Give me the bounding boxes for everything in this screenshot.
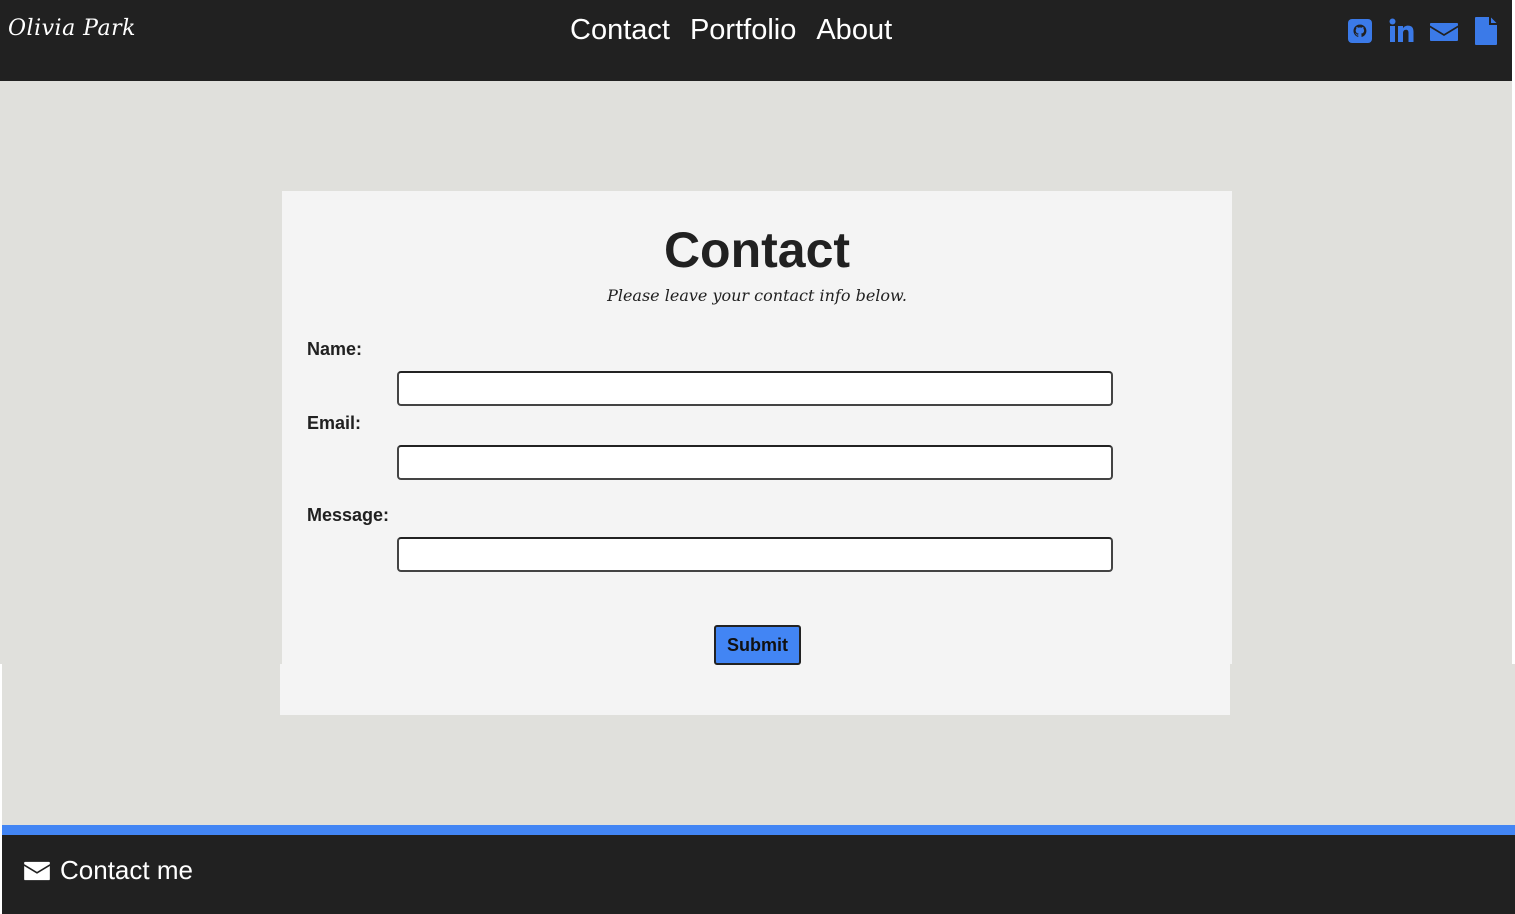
page-title: Contact <box>663 222 851 278</box>
github-icon[interactable] <box>1346 16 1374 46</box>
navbar: Olivia Park Contact Portfolio About <box>0 0 1512 81</box>
page-subtitle: Please leave your contact info below. <box>607 286 907 305</box>
footer-contact-label: Contact me <box>60 855 193 885</box>
footer-accent-bar <box>2 825 1515 835</box>
footer: Contact me <box>2 835 1515 914</box>
name-input[interactable] <box>397 371 1113 406</box>
footer-contact-link[interactable]: Contact me <box>24 855 193 886</box>
envelope-icon <box>24 861 50 880</box>
nav-menu: Contact Portfolio About <box>570 14 892 47</box>
page: Olivia Park Contact Portfolio About Cont… <box>0 0 1515 914</box>
submit-button[interactable]: Submit <box>714 625 801 665</box>
email-label: Email: <box>307 413 362 433</box>
document-icon[interactable] <box>1472 16 1500 46</box>
name-label: Name: <box>307 339 363 359</box>
message-input[interactable] <box>397 537 1113 572</box>
email-input[interactable] <box>397 445 1113 480</box>
envelope-icon[interactable] <box>1430 16 1458 46</box>
contact-card-bottom <box>280 664 1230 715</box>
message-label: Message: <box>307 505 390 525</box>
contact-card: Contact Please leave your contact info b… <box>282 191 1232 665</box>
nav-link-about[interactable]: About <box>816 14 892 47</box>
linkedin-icon[interactable] <box>1388 16 1416 46</box>
social-links <box>1346 16 1500 46</box>
nav-link-contact[interactable]: Contact <box>570 14 670 47</box>
nav-link-portfolio[interactable]: Portfolio <box>690 14 796 47</box>
brand-logo[interactable]: Olivia Park <box>8 16 136 41</box>
